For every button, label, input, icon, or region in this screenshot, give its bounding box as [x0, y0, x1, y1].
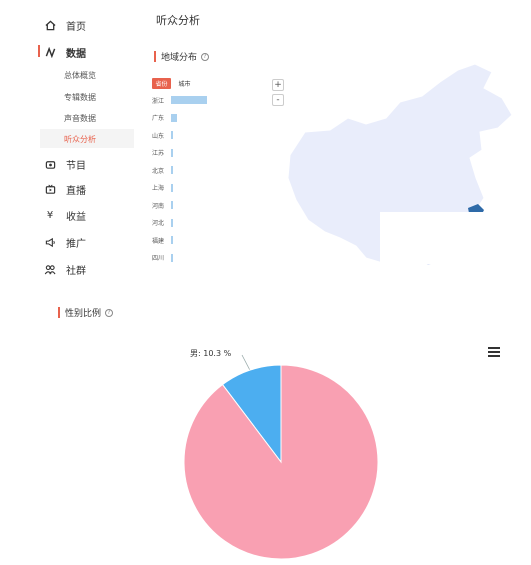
region-bar — [171, 236, 173, 244]
region-row[interactable]: 山东 — [152, 130, 173, 140]
sidebar-item-label: 数据 — [66, 49, 86, 60]
sidebar-subitem-sound[interactable]: 声音数据 — [64, 113, 96, 124]
region-row[interactable]: 浙江 — [152, 95, 207, 105]
pie-slice-female[interactable] — [183, 364, 379, 560]
sidebar-item-income[interactable]: ¥ 收益 — [44, 208, 86, 223]
region-bar — [171, 218, 173, 227]
sidebar-subitem-overview[interactable]: 总体概览 — [64, 70, 96, 81]
program-icon — [44, 159, 56, 171]
sidebar-item-data[interactable]: 数据 — [44, 45, 86, 60]
live-icon — [44, 184, 56, 196]
region-name: 山东 — [152, 132, 165, 140]
community-icon — [44, 264, 56, 276]
region-bar — [171, 96, 207, 104]
active-nav-indicator — [38, 45, 40, 57]
region-row[interactable]: 福建 — [152, 235, 173, 245]
sidebar-item-label: 推广 — [66, 239, 86, 250]
help-icon[interactable]: ? — [105, 308, 114, 317]
region-row[interactable]: 四川 — [152, 253, 173, 263]
region-name: 浙江 — [152, 97, 165, 105]
sidebar-item-community[interactable]: 社群 — [44, 262, 86, 277]
sidebar-item-program[interactable]: 节目 — [44, 157, 86, 172]
gender-pie-chart — [183, 354, 379, 560]
region-section-title: 地域分布 — [161, 53, 198, 63]
region-name: 上海 — [152, 185, 165, 192]
sidebar-item-label: 节目 — [66, 161, 86, 172]
region-name: 四川 — [152, 255, 165, 262]
sidebar-subitem-listener[interactable]: 听众分析 — [64, 134, 96, 145]
sidebar-item-live[interactable]: 直播 — [44, 182, 86, 197]
sidebar-item-label: 首页 — [66, 22, 86, 33]
gender-section-title: 性别比例 — [65, 309, 102, 319]
region-name: 河南 — [152, 202, 165, 210]
region-row[interactable]: 广东 — [152, 113, 178, 123]
region-name: 北京 — [152, 167, 165, 175]
chart-menu-icon[interactable] — [488, 347, 500, 357]
region-row[interactable]: 江苏 — [152, 148, 173, 158]
sidebar-item-label: 收益 — [66, 212, 86, 223]
help-icon[interactable]: ? — [201, 52, 210, 61]
sidebar-subitem-album[interactable]: 专辑数据 — [64, 92, 96, 103]
region-bar — [171, 166, 173, 174]
region-bar — [171, 183, 173, 192]
region-row[interactable]: 河南 — [152, 200, 173, 210]
region-section-header: 地域分布 ? — [154, 50, 210, 63]
tab-province[interactable]: 省份 — [152, 78, 171, 89]
region-bar — [171, 148, 173, 157]
sidebar-item-label: 社群 — [66, 266, 86, 277]
sidebar-item-home[interactable]: 首页 — [44, 18, 86, 33]
region-name: 广东 — [152, 115, 165, 122]
region-bar — [171, 253, 173, 262]
tab-city[interactable]: 城市 — [175, 78, 194, 89]
promote-icon — [44, 237, 56, 249]
data-icon — [44, 47, 56, 59]
sidebar-item-promote[interactable]: 推广 — [44, 235, 86, 250]
region-name: 河北 — [152, 220, 165, 227]
gender-section-header: 性别比例 ? — [58, 306, 114, 319]
region-bar — [171, 201, 173, 209]
region-name: 江苏 — [152, 150, 165, 157]
region-bar — [171, 131, 173, 139]
section-accent-bar — [154, 51, 156, 62]
map-tooltip-area — [380, 212, 485, 264]
region-name: 福建 — [152, 237, 165, 245]
region-row[interactable]: 河北 — [152, 218, 173, 228]
region-row[interactable]: 北京 — [152, 165, 173, 175]
region-row[interactable]: 上海 — [152, 183, 173, 193]
page-title: 听众分析 — [156, 14, 200, 27]
sidebar-item-label: 直播 — [66, 186, 86, 197]
income-icon: ¥ — [46, 210, 54, 221]
region-bar — [171, 113, 178, 122]
section-accent-bar — [58, 307, 60, 318]
home-icon — [44, 20, 56, 32]
sidebar: 首页 数据 总体概览 专辑数据 声音数据 听众分析 节目 直播 ¥ 收益 推广 — [0, 0, 140, 300]
